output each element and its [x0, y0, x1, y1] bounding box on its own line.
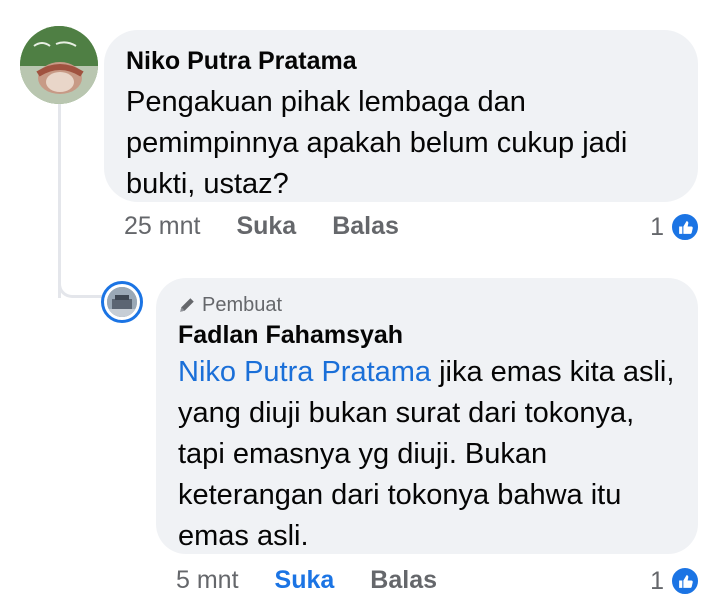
comment-actions: 25 mnt Suka Balas — [124, 212, 435, 241]
reply-bubble: Pembuat Fadlan Fahamsyah Niko Putra Prat… — [156, 278, 698, 554]
author-badge-label: Pembuat — [202, 294, 283, 316]
reply-text: Niko Putra Pratama jika emas kita asli, … — [178, 352, 676, 557]
comment-author[interactable]: Niko Putra Pratama — [126, 44, 676, 78]
reply-connector — [58, 268, 102, 298]
like-button[interactable]: Suka — [275, 566, 335, 595]
reply-button[interactable]: Balas — [370, 566, 437, 595]
like-button[interactable]: Suka — [236, 212, 296, 241]
comment-timestamp[interactable]: 25 mnt — [124, 212, 200, 241]
reply-author[interactable]: Fadlan Fahamsyah — [178, 318, 676, 352]
reply-timestamp[interactable]: 5 mnt — [176, 566, 239, 595]
reaction-summary[interactable]: 1 — [650, 566, 700, 596]
reaction-summary[interactable]: 1 — [650, 212, 700, 242]
thumbs-up-icon — [670, 566, 700, 596]
reply-actions: 5 mnt Suka Balas — [176, 566, 473, 595]
mention-link[interactable]: Niko Putra Pratama — [178, 356, 431, 388]
author-badge: Pembuat — [178, 292, 676, 318]
reaction-count: 1 — [650, 566, 664, 595]
comment-bubble: Niko Putra Pratama Pengakuan pihak lemba… — [104, 30, 698, 202]
thumbs-up-icon — [670, 212, 700, 242]
reply-button[interactable]: Balas — [332, 212, 399, 241]
avatar[interactable] — [20, 26, 98, 104]
comment-text: Pengakuan pihak lembaga dan pemimpinnya … — [126, 86, 628, 200]
reaction-count: 1 — [650, 212, 664, 241]
avatar[interactable] — [101, 281, 143, 323]
pencil-icon — [180, 298, 194, 312]
